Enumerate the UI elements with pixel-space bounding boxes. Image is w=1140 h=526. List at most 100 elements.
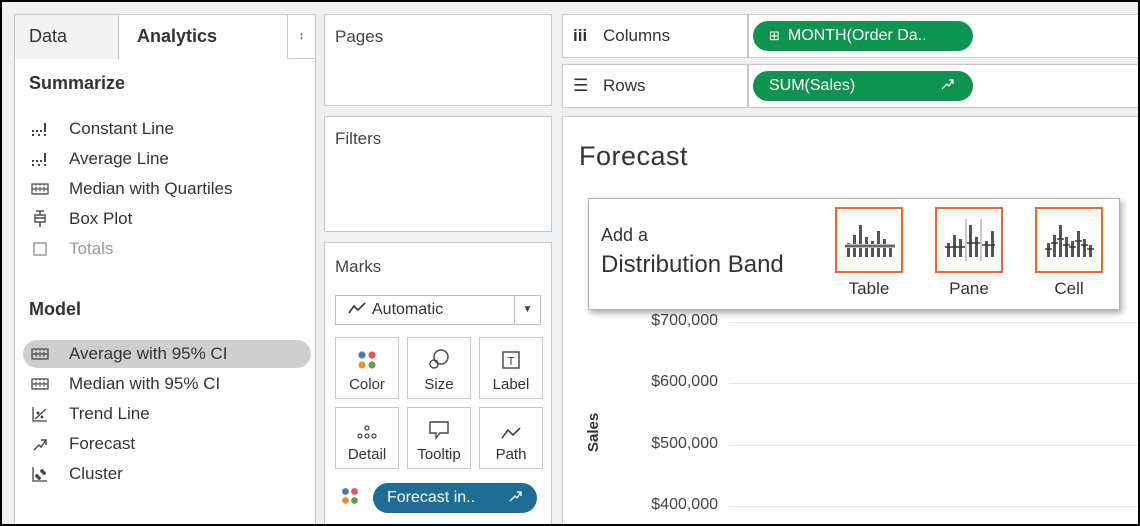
svg-text:T: T — [507, 355, 515, 368]
view-area: Forecast $700,000 $600,000 $500,000 $400… — [562, 116, 1138, 524]
forecast-item[interactable]: Forecast — [23, 430, 311, 458]
average-ci-item[interactable]: Average with 95% CI — [23, 340, 311, 368]
constant-line-item[interactable]: Constant Line — [23, 115, 311, 143]
gridline — [729, 445, 1138, 446]
pane-band-label: Pane — [949, 279, 989, 298]
box-plot-label: Box Plot — [69, 209, 133, 228]
columns-pill-label: MONTH(Order Da.. — [787, 27, 927, 44]
pane-tabs: Data Analytics ↕ — [15, 15, 315, 59]
y-tick: $600,000 — [651, 373, 718, 390]
model-heading: Model — [29, 299, 81, 319]
detail-icon — [336, 408, 398, 440]
marks-title: Marks — [335, 257, 382, 276]
average-line-item[interactable]: Average Line — [23, 145, 311, 173]
columns-label: Columns — [603, 26, 671, 45]
average-line-icon — [29, 145, 51, 173]
color-button[interactable]: Color — [335, 337, 399, 399]
path-button[interactable]: Path — [479, 407, 543, 469]
color-marks-icon — [341, 487, 359, 510]
median-ci-label: Median with 95% CI — [69, 374, 221, 393]
columns-shelf[interactable]: ⊞ MONTH(Order Da.. — [748, 14, 1138, 58]
detail-button[interactable]: Detail — [335, 407, 399, 469]
tab-analytics[interactable]: Analytics — [119, 15, 289, 59]
trend-line-label: Trend Line — [69, 404, 150, 423]
trend-line-item[interactable]: Trend Line — [23, 400, 311, 428]
y-tick: $400,000 — [651, 496, 718, 513]
filters-card[interactable]: Filters — [324, 116, 552, 232]
rows-shelf-label: ☰ Rows — [562, 64, 748, 108]
constant-line-icon — [29, 115, 51, 143]
rows-label: Rows — [603, 76, 646, 95]
forecast-icon — [29, 430, 51, 458]
table-band-icon — [837, 225, 901, 275]
trend-line-icon — [29, 400, 51, 428]
median-ci-item[interactable]: Median with 95% CI — [23, 370, 311, 398]
popup-add-label: Add a — [601, 225, 649, 245]
forecast-pill-label: Forecast in.. — [387, 489, 476, 506]
size-button[interactable]: Size — [407, 337, 471, 399]
constant-line-label: Constant Line — [69, 119, 174, 138]
color-icon — [336, 338, 398, 370]
gridline — [729, 322, 1138, 323]
view-title: Forecast — [579, 141, 689, 171]
tableau-workspace: Data Analytics ↕ Summarize Constant Line… — [0, 0, 1140, 526]
size-label: Size — [424, 376, 454, 393]
line-mark-icon — [348, 301, 372, 319]
cluster-item[interactable]: Cluster — [23, 460, 311, 488]
tooltip-button[interactable]: Tooltip — [407, 407, 471, 469]
columns-icon: iii — [573, 26, 588, 45]
cluster-label: Cluster — [69, 464, 123, 483]
color-label: Color — [349, 376, 385, 393]
distribution-band-popup: Add a Distribution Band Table Pane Cell — [588, 198, 1120, 310]
cell-band-option[interactable] — [1035, 207, 1103, 273]
pane-toggle-icon[interactable]: ↕ — [287, 15, 315, 59]
median-ci-icon — [29, 370, 51, 398]
rows-pill-label: SUM(Sales) — [769, 77, 856, 94]
chevron-down-icon: ▼ — [514, 296, 540, 324]
totals-icon — [29, 235, 51, 263]
filters-title: Filters — [335, 129, 382, 148]
totals-label: Totals — [69, 239, 114, 258]
mark-type-value: Automatic — [372, 301, 444, 318]
pages-title: Pages — [335, 27, 384, 46]
columns-pill[interactable]: ⊞ MONTH(Order Da.. — [753, 21, 973, 51]
average-ci-label: Average with 95% CI — [69, 344, 228, 363]
median-quartiles-label: Median with Quartiles — [69, 179, 233, 198]
y-axis-label: Sales — [585, 412, 602, 452]
tooltip-label: Tooltip — [417, 446, 461, 463]
cluster-icon — [29, 460, 51, 488]
label-label: Label — [492, 376, 530, 393]
median-quartiles-item[interactable]: Median with Quartiles — [23, 175, 311, 203]
label-icon: T — [480, 338, 542, 370]
label-button[interactable]: T Label — [479, 337, 543, 399]
gridline — [729, 506, 1138, 507]
detail-label: Detail — [347, 446, 387, 463]
rows-pill[interactable]: SUM(Sales) — [753, 71, 973, 101]
pane-band-icon — [937, 219, 1001, 275]
cell-band-icon — [1037, 225, 1101, 275]
pages-card[interactable]: Pages — [324, 14, 552, 106]
rows-forecast-icon — [941, 72, 955, 102]
median-quartiles-icon — [29, 175, 51, 203]
forecast-pill-icon — [509, 484, 523, 514]
path-icon — [480, 408, 542, 440]
table-band-option[interactable] — [835, 207, 903, 273]
y-tick: $700,000 — [651, 312, 718, 329]
tab-data[interactable]: Data — [15, 15, 119, 59]
popup-title: Distribution Band — [601, 251, 784, 278]
cell-band-label: Cell — [1054, 279, 1084, 298]
rows-shelf[interactable]: SUM(Sales) — [748, 64, 1138, 108]
forecast-color-pill[interactable]: Forecast in.. — [373, 483, 537, 513]
box-plot-icon — [29, 205, 51, 233]
rows-icon: ☰ — [573, 76, 589, 95]
path-label: Path — [495, 446, 527, 463]
analytics-pane: Data Analytics ↕ Summarize Constant Line… — [14, 14, 316, 524]
pane-band-option[interactable] — [935, 207, 1003, 273]
box-plot-item[interactable]: Box Plot — [23, 205, 311, 233]
columns-shelf-label: iii Columns — [562, 14, 748, 58]
marks-card: Marks Automatic ▼ Color Size T Label Det… — [324, 242, 552, 524]
gridline — [729, 383, 1138, 384]
mark-type-dropdown[interactable]: Automatic ▼ — [335, 295, 541, 325]
totals-item: Totals — [23, 235, 311, 263]
tooltip-icon — [408, 408, 470, 440]
